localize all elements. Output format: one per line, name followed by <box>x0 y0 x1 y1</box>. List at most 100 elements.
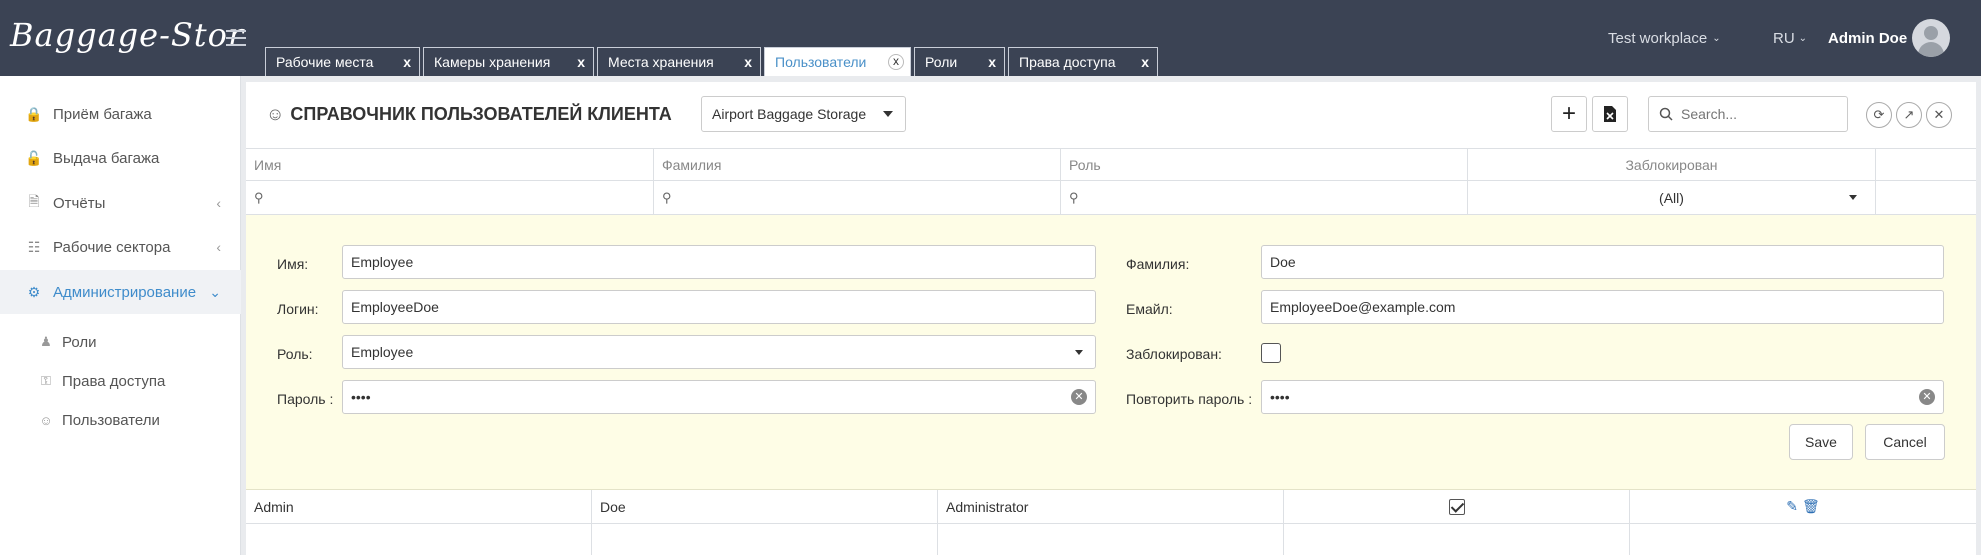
tab-close-icon[interactable]: x <box>888 54 904 70</box>
filter-blocked-select[interactable]: (All) <box>1468 181 1876 214</box>
save-button[interactable]: Save <box>1789 424 1853 460</box>
sidebar-subitem-access-rights[interactable]: ⚿ Права доступа <box>0 363 241 399</box>
close-icon: ✕ <box>1933 107 1945 122</box>
tab-close-icon[interactable]: x <box>403 54 411 70</box>
search-input[interactable] <box>1681 106 1831 122</box>
export-excel-button[interactable] <box>1592 96 1628 132</box>
cell-empty <box>1630 524 1976 555</box>
documents-icon: 🗎 <box>28 193 40 209</box>
filter-last-name[interactable]: ⚲ <box>654 181 1061 214</box>
cell-blocked <box>1284 490 1630 523</box>
user-role-icon: ♟ <box>40 334 52 349</box>
tab-access-rights[interactable]: Права доступа x <box>1008 47 1158 76</box>
password-field[interactable]: •••• ✕ <box>342 380 1096 414</box>
chevron-down-icon: ⌄ <box>209 283 221 300</box>
lock-icon: 🔒 <box>25 105 43 122</box>
tab-label: Рабочие места <box>276 54 374 70</box>
chevron-down-icon: ⌄ <box>1712 32 1721 44</box>
email-label: Емайл: <box>1126 301 1173 317</box>
last-name-label: Фамилия: <box>1126 256 1190 272</box>
table-row[interactable]: Admin Doe Administrator ✎ 🗑 <box>246 490 1976 524</box>
email-field[interactable]: EmployeeDoe@example.com <box>1261 290 1944 324</box>
role-select[interactable]: Employee <box>342 335 1096 369</box>
organization-value: Airport Baggage Storage <box>712 106 867 122</box>
cell-empty <box>1284 524 1630 555</box>
filter-actions <box>1876 181 1976 214</box>
delete-trash-icon[interactable]: 🗑 <box>1802 498 1820 515</box>
sidebar-subitem-roles[interactable]: ♟ Роли <box>0 324 241 360</box>
organization-select[interactable]: Airport Baggage Storage <box>701 96 906 132</box>
column-header-first-name[interactable]: Имя <box>246 149 654 180</box>
unlock-icon: 🔓 <box>25 149 43 166</box>
sidebar-item-label: Отчёты <box>53 194 106 212</box>
caret-down-icon <box>1849 195 1857 200</box>
tab-label: Пользователи <box>775 54 867 70</box>
tab-close-icon[interactable]: x <box>1141 54 1149 70</box>
role-label: Роль: <box>277 346 313 362</box>
sidebar-item-label: Рабочие сектора <box>53 238 171 256</box>
sitemap-icon: ☷ <box>27 238 41 255</box>
sidebar-item-work-sectors[interactable]: ☷ Рабочие сектора ‹ <box>0 225 241 269</box>
language-dropdown[interactable]: RU ⌄ <box>1773 0 1807 76</box>
menu-toggle-icon[interactable] <box>226 30 246 46</box>
key-icon: ⚿ <box>41 373 51 388</box>
workplace-dropdown[interactable]: Test workplace ⌄ <box>1608 0 1721 76</box>
sidebar-subitem-users[interactable]: ☺ Пользователи <box>0 402 241 438</box>
tab-roles[interactable]: Роли x <box>914 47 1005 76</box>
search-box <box>1648 96 1848 132</box>
blocked-checkbox[interactable] <box>1261 343 1281 363</box>
refresh-button[interactable]: ⟳ <box>1866 102 1892 128</box>
sidebar-item-label: Администрирование <box>53 283 197 301</box>
grid-header: Имя Фамилия Роль Заблокирован <box>246 148 1976 181</box>
search-icon <box>1659 107 1673 121</box>
cell-first-name: Admin <box>246 490 592 523</box>
sidebar-item-baggage-intake[interactable]: 🔒 Приём багажа <box>0 92 241 136</box>
tab-close-icon[interactable]: x <box>988 54 996 70</box>
filter-first-name[interactable]: ⚲ <box>246 181 654 214</box>
first-name-field[interactable]: Employee <box>342 245 1096 279</box>
column-header-role[interactable]: Роль <box>1061 149 1468 180</box>
tab-close-icon[interactable]: x <box>744 54 752 70</box>
tab-workplaces[interactable]: Рабочие места x <box>265 47 420 76</box>
search-icon: ⚲ <box>254 189 264 205</box>
column-header-blocked[interactable]: Заблокирован <box>1468 149 1876 180</box>
tab-storage-places[interactable]: Места хранения x <box>597 47 761 76</box>
column-header-last-name[interactable]: Фамилия <box>654 149 1061 180</box>
edit-pencil-icon[interactable]: ✎ <box>1786 498 1798 515</box>
cancel-button[interactable]: Cancel <box>1865 424 1945 460</box>
user-name[interactable]: Admin Doe <box>1828 0 1907 76</box>
sidebar-item-label: Пользователи <box>62 411 160 429</box>
excel-file-icon <box>1604 106 1616 122</box>
user-icon: ☺ <box>266 104 285 124</box>
filter-role[interactable]: ⚲ <box>1061 181 1468 214</box>
column-header-actions <box>1876 149 1976 180</box>
chevron-left-icon: ‹ <box>216 195 221 211</box>
expand-icon: ↗ <box>1903 107 1915 122</box>
repeat-password-value: •••• <box>1270 389 1290 405</box>
login-field[interactable]: EmployeeDoe <box>342 290 1096 324</box>
tab-close-icon[interactable]: x <box>577 54 585 70</box>
cell-empty <box>592 524 938 555</box>
refresh-icon: ⟳ <box>1873 107 1885 122</box>
clear-icon[interactable]: ✕ <box>1919 389 1935 405</box>
sidebar-item-baggage-issue[interactable]: 🔓 Выдача багажа <box>0 136 241 180</box>
chevron-left-icon: ‹ <box>216 239 221 255</box>
clear-icon[interactable]: ✕ <box>1071 389 1087 405</box>
password-value: •••• <box>351 389 371 405</box>
sidebar-item-reports[interactable]: 🗎 Отчёты ‹ <box>0 181 241 225</box>
repeat-password-field[interactable]: •••• ✕ <box>1261 380 1944 414</box>
app-logo: Baggage-Stor <box>10 16 245 54</box>
tab-storage-chambers[interactable]: Камеры хранения x <box>423 47 594 76</box>
close-button[interactable]: ✕ <box>1926 102 1952 128</box>
search-icon: ⚲ <box>1069 189 1079 205</box>
avatar[interactable] <box>1912 19 1950 57</box>
tab-label: Права доступа <box>1019 54 1116 70</box>
sidebar: 🔒 Приём багажа 🔓 Выдача багажа 🗎 Отчёты … <box>0 76 241 555</box>
expand-button[interactable]: ↗ <box>1896 102 1922 128</box>
add-button[interactable]: + <box>1551 96 1587 132</box>
sidebar-item-administration[interactable]: ⚙ Администрирование ⌄ <box>0 270 241 314</box>
tab-users[interactable]: Пользователи x <box>764 47 911 76</box>
role-value: Employee <box>351 344 414 360</box>
plus-icon: + <box>1561 100 1576 127</box>
last-name-field[interactable]: Doe <box>1261 245 1944 279</box>
